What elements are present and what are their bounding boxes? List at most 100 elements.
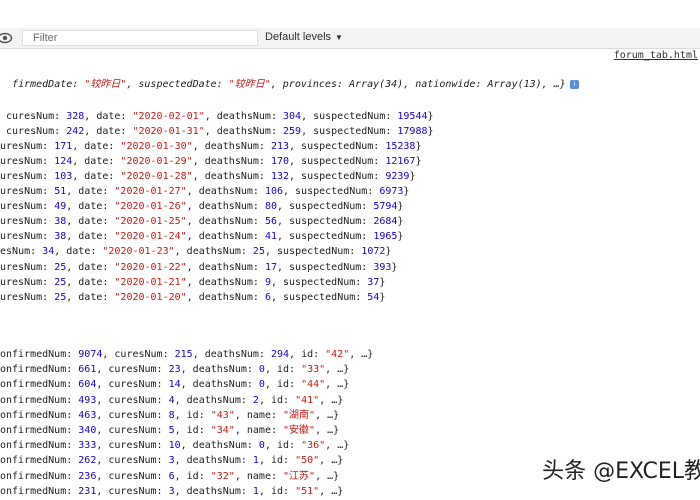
row-token: 236: [78, 470, 97, 482]
row-token: , deathsNum:: [186, 201, 265, 213]
row-token: , id:: [174, 470, 211, 482]
row-token: onfirmedNum:: [0, 409, 79, 421]
summary-log-line[interactable]: firmedDate: "较昨日", suspectedDate: "较昨日",…: [0, 67, 579, 91]
row-token: "43": [210, 409, 235, 421]
row-token: "江苏": [283, 470, 316, 482]
row-token: 170: [270, 156, 290, 168]
filter-input[interactable]: [23, 31, 257, 45]
row-token: onfirmedNum:: [0, 440, 79, 452]
nationwide-log-row[interactable]: curesNum: 328, date: "2020-02-01", death…: [0, 111, 434, 123]
row-token: uresNum:: [0, 291, 55, 303]
nationwide-log-row[interactable]: uresNum: 25, date: "2020-01-22", deathsN…: [0, 262, 397, 274]
row-token: "2020-01-29": [120, 156, 193, 168]
row-token: "2020-01-31": [132, 126, 205, 138]
row-token: 106: [264, 186, 283, 198]
source-file-link[interactable]: forum_tab.html: [614, 50, 698, 61]
row-token: , curesNum:: [102, 349, 175, 360]
province-log-row[interactable]: onfirmedNum: 231, curesNum: 3, deathsNum…: [0, 486, 343, 498]
row-token: "50": [295, 455, 320, 467]
row-token: 56: [264, 216, 277, 228]
row-token: , deathsNum:: [192, 349, 271, 360]
window-top-area: [0, 0, 700, 28]
province-log-row[interactable]: onfirmedNum: 9074, curesNum: 215, deaths…: [0, 349, 373, 361]
row-token: }: [397, 216, 404, 228]
row-token: "44": [301, 379, 326, 391]
province-log-row[interactable]: onfirmedNum: 661, curesNum: 23, deathsNu…: [0, 364, 349, 376]
nationwide-log-row[interactable]: uresNum: 49, date: "2020-01-26", deathsN…: [0, 201, 403, 213]
nationwide-log-row[interactable]: uresNum: 25, date: "2020-01-21", deathsN…: [0, 277, 385, 289]
row-token: , suspectedNum:: [264, 246, 362, 258]
row-token: , curesNum:: [96, 485, 169, 497]
row-token: , date:: [84, 126, 133, 138]
province-log-row[interactable]: onfirmedNum: 340, curesNum: 5, id: "34",…: [0, 425, 339, 437]
row-token: , suspectedNum:: [276, 216, 374, 228]
row-token: , date:: [84, 111, 133, 122]
summary-string: "较昨日": [228, 79, 271, 90]
province-log-row[interactable]: onfirmedNum: 236, curesNum: 6, id: "32",…: [0, 471, 339, 483]
province-log-row[interactable]: onfirmedNum: 333, curesNum: 10, deathsNu…: [0, 440, 349, 452]
nationwide-log-row[interactable]: uresNum: 38, date: "2020-01-25", deathsN…: [0, 216, 403, 228]
row-token: , date:: [66, 276, 115, 288]
nationwide-log-row[interactable]: curesNum: 242, date: "2020-01-31", death…: [0, 126, 434, 138]
row-token: , …}: [349, 349, 374, 360]
row-token: , …}: [315, 470, 340, 482]
province-log-row[interactable]: onfirmedNum: 463, curesNum: 8, id: "43",…: [0, 410, 339, 422]
row-token: 661: [78, 364, 97, 376]
row-token: , deathsNum:: [186, 186, 265, 198]
summary-key: , suspectedDate:: [126, 79, 229, 90]
row-token: , …}: [319, 485, 344, 497]
row-token: }: [397, 201, 404, 213]
row-token: , id:: [174, 425, 211, 436]
row-token: , …}: [319, 455, 344, 467]
province-log-row[interactable]: onfirmedNum: 493, curesNum: 4, deathsNum…: [0, 395, 343, 407]
row-token: , …}: [315, 409, 340, 421]
nationwide-log-row[interactable]: uresNum: 171, date: "2020-01-30", deaths…: [0, 141, 421, 153]
row-token: uresNum:: [0, 276, 55, 288]
nationwide-log-row[interactable]: uresNum: 38, date: "2020-01-24", deathsN…: [0, 231, 403, 243]
province-log-row[interactable]: onfirmedNum: 604, curesNum: 14, deathsNu…: [0, 379, 349, 391]
nationwide-log-row[interactable]: uresNum: 25, date: "2020-01-20", deathsN…: [0, 292, 385, 304]
row-token: "2020-01-22": [114, 261, 187, 273]
row-token: , id:: [264, 364, 302, 376]
row-token: , name:: [234, 425, 284, 436]
row-token: "安徽": [283, 425, 316, 436]
nationwide-log-row[interactable]: uresNum: 51, date: "2020-01-27", deathsN…: [0, 186, 409, 198]
eye-icon[interactable]: [0, 31, 14, 45]
row-token: 604: [78, 379, 97, 391]
row-token: 171: [54, 141, 73, 153]
row-token: "2020-01-23": [102, 246, 175, 258]
row-token: 5794: [373, 201, 398, 213]
row-token: , suspectedNum:: [270, 276, 368, 288]
info-icon[interactable]: i: [569, 80, 579, 89]
nationwide-log-row[interactable]: uresNum: 124, date: "2020-01-29", deaths…: [0, 156, 421, 168]
row-token: "2020-02-01": [132, 111, 205, 122]
log-levels-dropdown[interactable]: Default levels ▼: [265, 31, 343, 43]
row-token: 25: [252, 246, 265, 258]
row-token: 17: [264, 261, 277, 273]
row-token: , deathsNum:: [174, 394, 253, 406]
row-token: "湖南": [283, 409, 316, 421]
row-token: 1965: [373, 231, 398, 243]
row-token: , suspectedNum:: [289, 171, 386, 183]
filter-box[interactable]: [22, 30, 258, 46]
province-log-row[interactable]: onfirmedNum: 262, curesNum: 3, deathsNum…: [0, 455, 343, 467]
row-token: , …}: [325, 440, 350, 452]
row-token: "41": [295, 394, 320, 406]
row-token: , suspectedNum:: [276, 231, 374, 243]
row-token: onfirmedNum:: [0, 379, 79, 391]
row-token: 259: [283, 126, 302, 138]
row-token: }: [391, 261, 398, 273]
row-token: "2020-01-20": [114, 291, 187, 303]
row-token: , …}: [319, 394, 344, 406]
row-token: uresNum:: [0, 186, 55, 198]
row-token: 23: [168, 364, 181, 376]
row-token: 213: [270, 141, 290, 153]
row-token: 493: [78, 394, 97, 406]
nationwide-log-row[interactable]: uresNum: 103, date: "2020-01-28", deaths…: [0, 171, 415, 183]
row-token: 41: [264, 231, 277, 243]
nationwide-log-row[interactable]: resNum: 34, date: "2020-01-23", deathsNu…: [0, 246, 391, 258]
row-token: "2020-01-21": [114, 276, 187, 288]
row-token: "42": [325, 349, 350, 360]
row-token: , date:: [66, 216, 115, 228]
row-token: onfirmedNum:: [0, 364, 79, 376]
